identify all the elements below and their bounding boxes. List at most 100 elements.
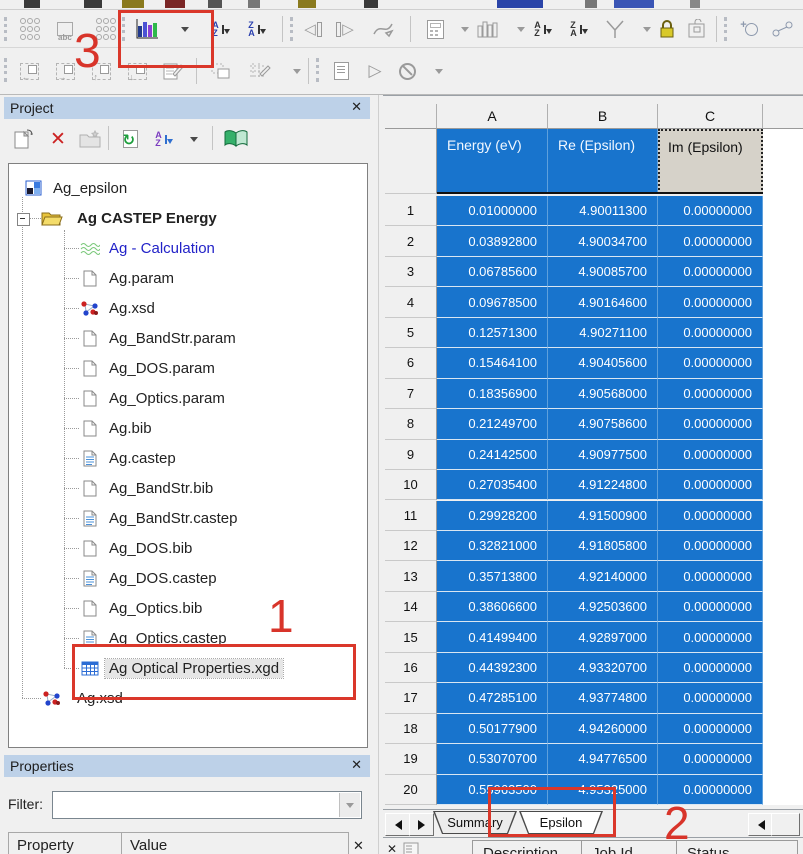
row-number-16[interactable]: 16 <box>385 652 437 684</box>
cell-r6c2[interactable]: 4.90405600 <box>548 348 658 379</box>
cell-r15c3[interactable]: 0.00000000 <box>658 622 763 653</box>
toolbar-grip[interactable] <box>316 58 319 82</box>
close-icon[interactable]: ✕ <box>351 99 362 115</box>
tree-item-ag-xsd[interactable]: Ag.xsd <box>9 293 367 323</box>
tree-item-ag-optical-properties-xgd[interactable]: Ag Optical Properties.xgd <box>9 653 367 683</box>
cell-r8c3[interactable]: 0.00000000 <box>658 409 763 440</box>
format-grid-button[interactable] <box>244 57 274 85</box>
cell-header-energy[interactable]: Energy (eV) <box>437 129 548 194</box>
cell-r10c2[interactable]: 4.91224800 <box>548 470 658 501</box>
cell-r14c3[interactable]: 0.00000000 <box>658 591 763 623</box>
cell-r9c2[interactable]: 4.90977500 <box>548 439 658 471</box>
sort-descending-button-2[interactable]: ZA <box>564 15 594 43</box>
hscroll-left-button[interactable] <box>748 813 773 836</box>
tree-item-ag-castep[interactable]: Ag.castep <box>9 443 367 473</box>
sort-descending-button[interactable]: ZA <box>242 15 272 43</box>
cell-r19c1[interactable]: 0.53070700 <box>437 744 548 775</box>
filter-dropdown-button[interactable] <box>339 793 360 817</box>
hscroll-track[interactable] <box>771 813 800 836</box>
tab-scroll-left-button[interactable] <box>385 813 410 836</box>
cell-r4c3[interactable]: 0.00000000 <box>658 287 763 318</box>
cell-r17c2[interactable]: 4.93774800 <box>548 683 658 714</box>
insert-row-below-button[interactable]: ↓ <box>122 57 152 85</box>
notes-icon[interactable] <box>403 842 421 854</box>
cell-r20c2[interactable]: 4.95325000 <box>548 774 658 805</box>
row-number-10[interactable]: 10 <box>385 470 437 501</box>
tree-item-ag-optics-castep[interactable]: Ag_Optics.castep <box>9 623 367 653</box>
cell-r18c2[interactable]: 4.94260000 <box>548 713 658 745</box>
cell-r2c1[interactable]: 0.03892800 <box>437 226 548 257</box>
row-number-15[interactable]: 15 <box>385 622 437 653</box>
cell-r17c1[interactable]: 0.47285100 <box>437 683 548 714</box>
row-number-18[interactable]: 18 <box>385 713 437 745</box>
row-number-14[interactable]: 14 <box>385 591 437 623</box>
sketch-tool-button[interactable] <box>368 15 398 43</box>
cell-r10c1[interactable]: 0.27035400 <box>437 470 548 501</box>
column-header-c[interactable]: C <box>658 104 763 129</box>
toolbar-grip[interactable] <box>122 17 125 41</box>
toolbar-grip[interactable] <box>4 17 7 41</box>
row-number-12[interactable]: 12 <box>385 530 437 562</box>
filter-combobox[interactable] <box>52 791 362 819</box>
cell-r1c1[interactable]: 0.01000000 <box>437 196 548 227</box>
cell-r5c1[interactable]: 0.12571300 <box>437 317 548 349</box>
tab-scroll-right-button[interactable] <box>409 813 434 836</box>
run-dropdown-button[interactable] <box>424 57 454 85</box>
row-number-11[interactable]: 11 <box>385 500 437 531</box>
row-number-5[interactable]: 5 <box>385 317 437 349</box>
project-sort-button[interactable]: AZ <box>150 125 178 153</box>
cell-r8c1[interactable]: 0.21249700 <box>437 409 548 440</box>
cell-r14c1[interactable]: 0.38606600 <box>437 591 548 623</box>
cell-r1c2[interactable]: 4.90011300 <box>548 196 658 227</box>
step-forward-button[interactable]: ▷ <box>330 15 360 43</box>
bottom-col-description[interactable]: Description <box>472 840 582 854</box>
chart-tools-button[interactable] <box>472 15 502 43</box>
cell-r7c1[interactable]: 0.18356900 <box>437 378 548 410</box>
column-header-a[interactable]: A <box>437 104 548 129</box>
new-script-button[interactable] <box>326 57 356 85</box>
calculate-button[interactable] <box>420 15 450 43</box>
cell-r7c2[interactable]: 4.90568000 <box>548 378 658 410</box>
cell-r13c1[interactable]: 0.35713800 <box>437 561 548 592</box>
cell-header-re-epsilon[interactable]: Re (Epsilon) <box>548 129 658 194</box>
tab-summary[interactable]: Summary <box>433 811 517 834</box>
cell-r20c1[interactable]: 0.55963500 <box>437 774 548 805</box>
row-number-2[interactable]: 2 <box>385 226 437 257</box>
cell-r12c3[interactable]: 0.00000000 <box>658 530 763 562</box>
sort-dropdown-button[interactable] <box>184 125 204 153</box>
tree-item-ag-optics-param[interactable]: Ag_Optics.param <box>9 383 367 413</box>
tree-collapse-toggle[interactable] <box>17 213 30 226</box>
tree-item-ag-xsd[interactable]: Ag.xsd <box>9 683 367 713</box>
edit-properties-button[interactable] <box>158 57 188 85</box>
grid-corner-cell[interactable] <box>385 104 437 129</box>
cell-r2c3[interactable]: 0.00000000 <box>658 226 763 257</box>
refresh-button[interactable]: ↻ <box>116 125 144 153</box>
cell-r9c3[interactable]: 0.00000000 <box>658 439 763 471</box>
cell-r19c3[interactable]: 0.00000000 <box>658 744 763 775</box>
cell-r12c1[interactable]: 0.32821000 <box>437 530 548 562</box>
filter-button[interactable] <box>600 15 630 43</box>
sort-ascending-button[interactable]: AZ <box>206 15 236 43</box>
add-bond-button[interactable] <box>768 15 798 43</box>
cell-r16c3[interactable]: 0.00000000 <box>658 652 763 684</box>
step-back-button[interactable]: ◁ <box>298 15 328 43</box>
run-button[interactable]: ▷ <box>360 57 390 85</box>
tree-item-ag-epsilon[interactable]: Ag_epsilon <box>9 173 367 203</box>
cell-r15c1[interactable]: 0.41499400 <box>437 622 548 653</box>
toolbar-grip[interactable] <box>724 17 727 41</box>
row-number-19[interactable]: 19 <box>385 744 437 775</box>
cell-r8c2[interactable]: 4.90758600 <box>548 409 658 440</box>
cell-r12c2[interactable]: 4.91805800 <box>548 530 658 562</box>
row-number-17[interactable]: 17 <box>385 683 437 714</box>
close-icon[interactable]: ✕ <box>387 842 397 854</box>
cell-r6c3[interactable]: 0.00000000 <box>658 348 763 379</box>
row-number-3[interactable]: 3 <box>385 256 437 288</box>
cell-r7c3[interactable]: 0.00000000 <box>658 378 763 410</box>
cell-r11c1[interactable]: 0.29928200 <box>437 500 548 531</box>
tree-item-ag-dos-bib[interactable]: Ag_DOS.bib <box>9 533 367 563</box>
close-icon[interactable]: ✕ <box>351 757 362 773</box>
cell-r5c2[interactable]: 4.90271100 <box>548 317 658 349</box>
tab-epsilon[interactable]: Epsilon <box>519 811 603 834</box>
cell-r2c2[interactable]: 4.90034700 <box>548 226 658 257</box>
cell-r10c3[interactable]: 0.00000000 <box>658 470 763 501</box>
